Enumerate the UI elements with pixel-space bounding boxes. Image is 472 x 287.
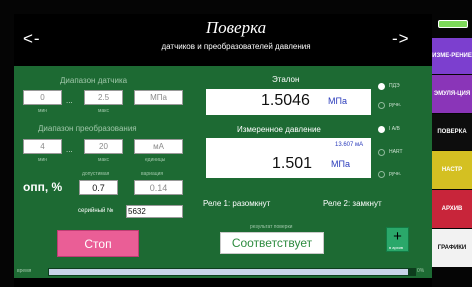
- conversion-min-field[interactable]: 4: [23, 139, 62, 154]
- allowed-error-field[interactable]: 0.7: [79, 180, 118, 195]
- progress-percent: 0%: [417, 268, 425, 274]
- etalon-unit: МПа: [328, 96, 347, 106]
- serial-label: серийный №: [78, 208, 114, 214]
- variation-field[interactable]: 0.14: [134, 180, 183, 195]
- tab-graphs[interactable]: ГРАФИКИ: [432, 229, 472, 267]
- sensor-min-caption: мин: [38, 108, 47, 114]
- radio-measured-manual-label: ручн.: [389, 171, 401, 177]
- radio-etalon-pde[interactable]: [378, 83, 385, 90]
- page-subtitle: датчиков и преобразователей давления: [161, 42, 311, 51]
- result-status: Соответствует: [220, 232, 324, 254]
- radio-etalon-pde-label: ПДЭ: [389, 83, 400, 89]
- etalon-value: 1.5046: [261, 92, 310, 109]
- progress-bar: [48, 268, 416, 276]
- progress-label: время: [17, 268, 32, 274]
- page-title: Поверка: [205, 18, 267, 37]
- tolerance-label: опп, %: [23, 180, 63, 194]
- radio-measured-hart-label: HART: [389, 149, 403, 155]
- measured-value: 1.501: [272, 155, 313, 172]
- measured-unit: МПа: [331, 159, 350, 169]
- radio-etalon-manual-label: ручн.: [389, 102, 401, 108]
- relay2-status: Реле 2: замкнут: [323, 199, 382, 208]
- relay1-status: Реле 1: разомкнут: [203, 199, 271, 208]
- tab-emulation[interactable]: ЭМУЛЯ-ЦИЯ: [432, 75, 472, 113]
- tab-measurement[interactable]: ИЗМЕ-РЕНИЕ: [432, 38, 472, 74]
- conversion-max-field[interactable]: 20: [84, 139, 123, 154]
- battery-icon: [438, 20, 468, 28]
- sensor-unit-field[interactable]: МПа: [134, 90, 183, 105]
- allowed-caption: допустимая: [82, 171, 110, 177]
- sensor-range-label: Диапазон датчика: [60, 76, 128, 85]
- add-to-archive-caption: в архив: [389, 245, 403, 250]
- radio-etalon-manual[interactable]: [378, 102, 385, 109]
- conversion-max-caption: макс: [98, 157, 109, 163]
- range-dots: ...: [66, 145, 73, 154]
- stop-button[interactable]: Стоп: [57, 230, 139, 257]
- measured-label: Измеренное давление: [237, 125, 321, 134]
- radio-measured-hart[interactable]: [378, 149, 385, 156]
- etalon-label: Эталон: [272, 75, 300, 84]
- tab-verification[interactable]: ПОВЕРКА: [432, 114, 472, 150]
- conversion-unit-field[interactable]: мА: [134, 139, 183, 154]
- serial-field[interactable]: 5632: [126, 205, 183, 218]
- sensor-max-caption: макс: [98, 108, 109, 114]
- conversion-unit-caption: единицы: [145, 157, 166, 163]
- sensor-min-field[interactable]: 0: [23, 90, 62, 105]
- conversion-range-label: Диапазон преобразования: [38, 124, 137, 133]
- bottom-strip: [14, 278, 432, 287]
- range-dots: ...: [66, 96, 73, 105]
- conversion-min-caption: мин: [38, 157, 47, 163]
- sensor-max-field[interactable]: 2.5: [84, 90, 123, 105]
- tab-settings[interactable]: НАСТР: [432, 151, 472, 189]
- measured-current: 13.607 мА: [335, 142, 364, 148]
- variation-caption: вариация: [141, 171, 164, 177]
- progress-fill: [49, 269, 408, 275]
- plus-icon: +: [393, 228, 402, 245]
- radio-measured-manual[interactable]: [378, 171, 385, 178]
- tab-archive[interactable]: АРХИВ: [432, 190, 472, 228]
- result-label: результат поверки: [250, 224, 293, 230]
- radio-measured-current-label: I А/В: [389, 126, 400, 132]
- radio-measured-current[interactable]: [378, 126, 385, 133]
